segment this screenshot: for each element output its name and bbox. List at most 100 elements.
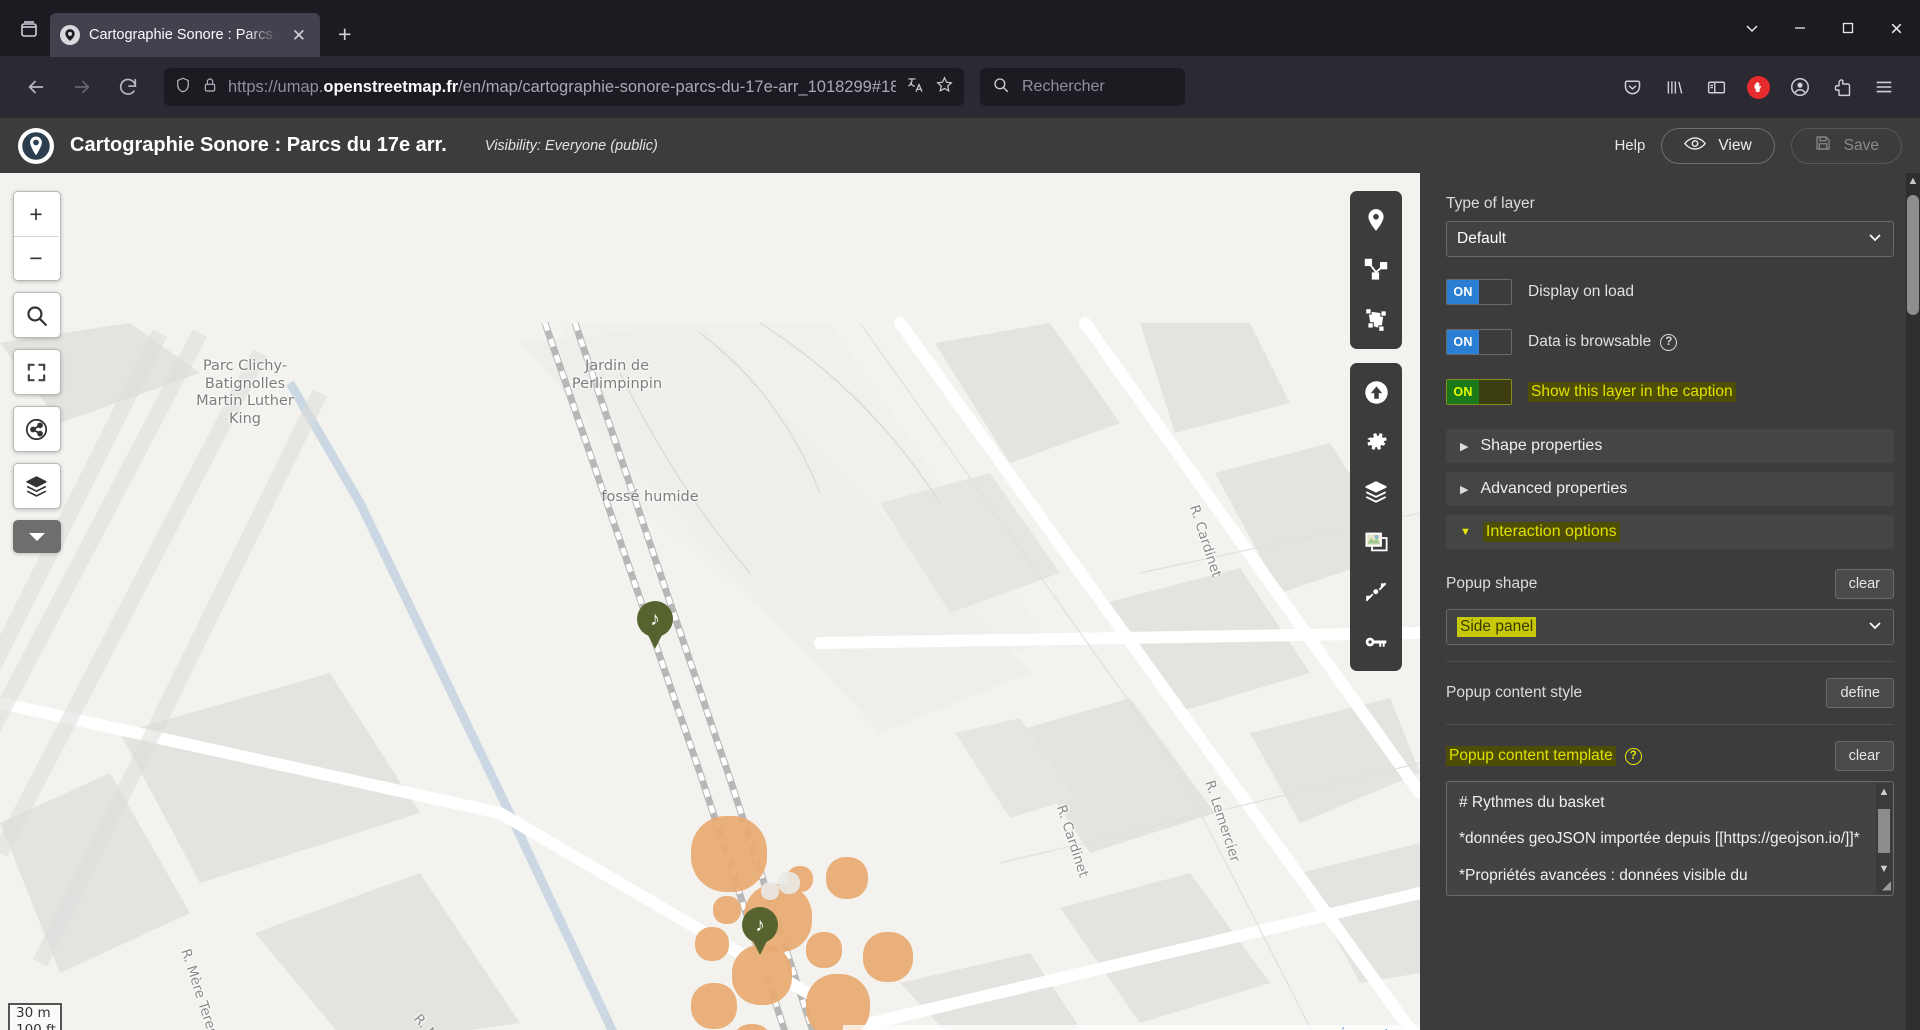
map-circle-feature[interactable] [826, 857, 868, 899]
padlock-icon[interactable] [202, 77, 218, 98]
translate-icon[interactable] [906, 75, 925, 99]
url-bar[interactable]: https://umap.openstreetmap.fr/en/map/car… [164, 68, 964, 106]
import-data-icon[interactable] [1354, 370, 1398, 414]
popup-shape-select[interactable]: Side panel [1446, 609, 1894, 645]
fullscreen-icon[interactable] [14, 350, 58, 394]
panel-scrollbar[interactable]: ▲ ▼ [1906, 173, 1920, 1030]
library-icon[interactable] [1654, 67, 1694, 107]
new-tab-button[interactable]: + [338, 21, 351, 48]
resize-grip-icon[interactable]: ◢ [1882, 877, 1891, 894]
zoom-in-control[interactable]: + [14, 192, 58, 236]
type-of-layer-select[interactable]: Default [1446, 221, 1894, 257]
share-control[interactable] [13, 406, 61, 452]
window-close-icon[interactable] [1872, 0, 1920, 56]
accordion-header[interactable]: ▶ Advanced properties [1446, 472, 1894, 506]
pocket-icon[interactable] [1612, 67, 1652, 107]
scroll-thumb[interactable] [1878, 809, 1890, 853]
scroll-down-icon[interactable]: ▼ [1876, 862, 1892, 878]
app-menu-icon[interactable] [1864, 67, 1904, 107]
scroll-up-icon[interactable]: ▲ [1876, 785, 1892, 801]
maximize-icon[interactable] [1824, 0, 1872, 56]
popup-content-style-define-button[interactable]: define [1826, 678, 1894, 708]
back-arrow-icon[interactable] [16, 67, 56, 107]
map-circle-feature[interactable] [863, 932, 913, 982]
toggle-on-state: ON [1447, 280, 1479, 304]
popup-shape-clear-button[interactable]: clear [1834, 569, 1894, 599]
type-of-layer-value: Default [1457, 230, 1507, 247]
close-icon[interactable]: ✕ [288, 25, 310, 46]
reload-icon[interactable] [108, 67, 148, 107]
help-icon[interactable]: ? [1624, 747, 1642, 765]
scroll-up-icon[interactable]: ▲ [1907, 175, 1919, 187]
help-button[interactable]: Help [1614, 137, 1645, 154]
map-circle-feature[interactable] [806, 932, 842, 968]
map-circle-feature[interactable] [713, 896, 741, 924]
update-permissions-key-icon[interactable] [1354, 620, 1398, 664]
browser-window: Cartographie Sonore : Parcs du ✕ + https… [0, 0, 1920, 1030]
umap-logo-icon[interactable] [18, 127, 54, 164]
search-bar[interactable]: Rechercher [980, 68, 1185, 106]
collapse-caret-control[interactable] [13, 520, 61, 553]
map-canvas[interactable]: Parc Clichy- Batignolles Martin Luther K… [0, 173, 1420, 1030]
basemap-tiles [0, 173, 1420, 1030]
star-bookmark-icon[interactable] [935, 75, 954, 99]
extensions-icon[interactable] [1822, 67, 1862, 107]
search-input[interactable]: Rechercher [1022, 78, 1105, 96]
help-icon[interactable]: ? [1660, 333, 1678, 351]
draw-polyline-icon[interactable] [1354, 248, 1398, 292]
popup-shape-label: Popup shape [1446, 575, 1538, 592]
layer-settings-panel: Type of layer Default ON Display on load O… [1420, 173, 1920, 1030]
minimize-icon[interactable] [1776, 0, 1824, 56]
manage-layers-icon[interactable] [1354, 470, 1398, 514]
layers-icon[interactable] [14, 464, 58, 508]
map-circle-feature[interactable] [695, 927, 729, 961]
map-attribution: map data © OpenStreetMap contributors un… [843, 1025, 1420, 1030]
browser-tab[interactable]: Cartographie Sonore : Parcs du ✕ [50, 13, 320, 57]
accordion-header[interactable]: ▼ Interaction options [1446, 515, 1894, 549]
share-icon[interactable] [14, 407, 58, 451]
map-circle-feature[interactable] [691, 983, 737, 1029]
map-circle-feature-pale[interactable] [778, 872, 800, 894]
view-label: View [1718, 136, 1752, 154]
fullscreen-control[interactable] [13, 349, 61, 395]
search-icon[interactable] [14, 293, 58, 337]
ublock-shield-icon[interactable] [1738, 67, 1778, 107]
account-icon[interactable] [1780, 67, 1820, 107]
popup-content-template-clear-button[interactable]: clear [1834, 741, 1894, 771]
change-tilelayers-icon[interactable] [1354, 520, 1398, 564]
save-button[interactable]: Save [1790, 127, 1902, 164]
map-settings-gear-icon[interactable] [1354, 420, 1398, 464]
toggle-row: ON Data is browsable? [1446, 329, 1894, 355]
chevron-down-icon[interactable] [1728, 0, 1776, 56]
toggle-off-slot [1479, 280, 1511, 304]
toggle-switch[interactable]: ON [1446, 279, 1512, 305]
tracking-shield-icon[interactable] [174, 76, 192, 99]
view-button[interactable]: View [1661, 127, 1775, 164]
toggle-on-state: ON [1447, 380, 1479, 404]
map-circle-feature-pale[interactable] [761, 882, 779, 900]
map-marker[interactable]: ♪ [742, 907, 778, 955]
map-circle-feature[interactable] [806, 974, 870, 1030]
popup-content-template-textarea[interactable]: # Rythmes du basket *données geoJSON imp… [1446, 781, 1894, 896]
main-content: Parc Clichy- Batignolles Martin Luther K… [0, 173, 1920, 1030]
map-circle-feature[interactable] [691, 816, 767, 892]
accordion-header[interactable]: ▶ Shape properties [1446, 429, 1894, 463]
panel-scroll-thumb[interactable] [1907, 195, 1919, 315]
sidebar-icon[interactable] [1696, 67, 1736, 107]
popup-content-style-row: Popup content style define [1446, 678, 1894, 708]
toggle-switch[interactable]: ON [1446, 329, 1512, 355]
zoom-out-control[interactable]: − [14, 236, 58, 280]
navigation-toolbar: https://umap.openstreetmap.fr/en/map/car… [0, 56, 1920, 118]
draw-polygon-icon[interactable] [1354, 298, 1398, 342]
url-text: https://umap.openstreetmap.fr/en/map/car… [228, 77, 896, 96]
tab-list-icon[interactable] [8, 8, 50, 50]
forward-arrow-icon[interactable] [62, 67, 102, 107]
toggle-label-text: Show this layer in the caption [1528, 382, 1736, 402]
draw-marker-icon[interactable] [1354, 198, 1398, 242]
tab-title: Cartographie Sonore : Parcs du [89, 27, 279, 43]
layers-control[interactable] [13, 463, 61, 509]
search-control[interactable] [13, 292, 61, 338]
map-marker[interactable]: ♪ [637, 601, 673, 649]
merge-lines-icon[interactable] [1354, 570, 1398, 614]
toggle-switch[interactable]: ON [1446, 379, 1512, 405]
